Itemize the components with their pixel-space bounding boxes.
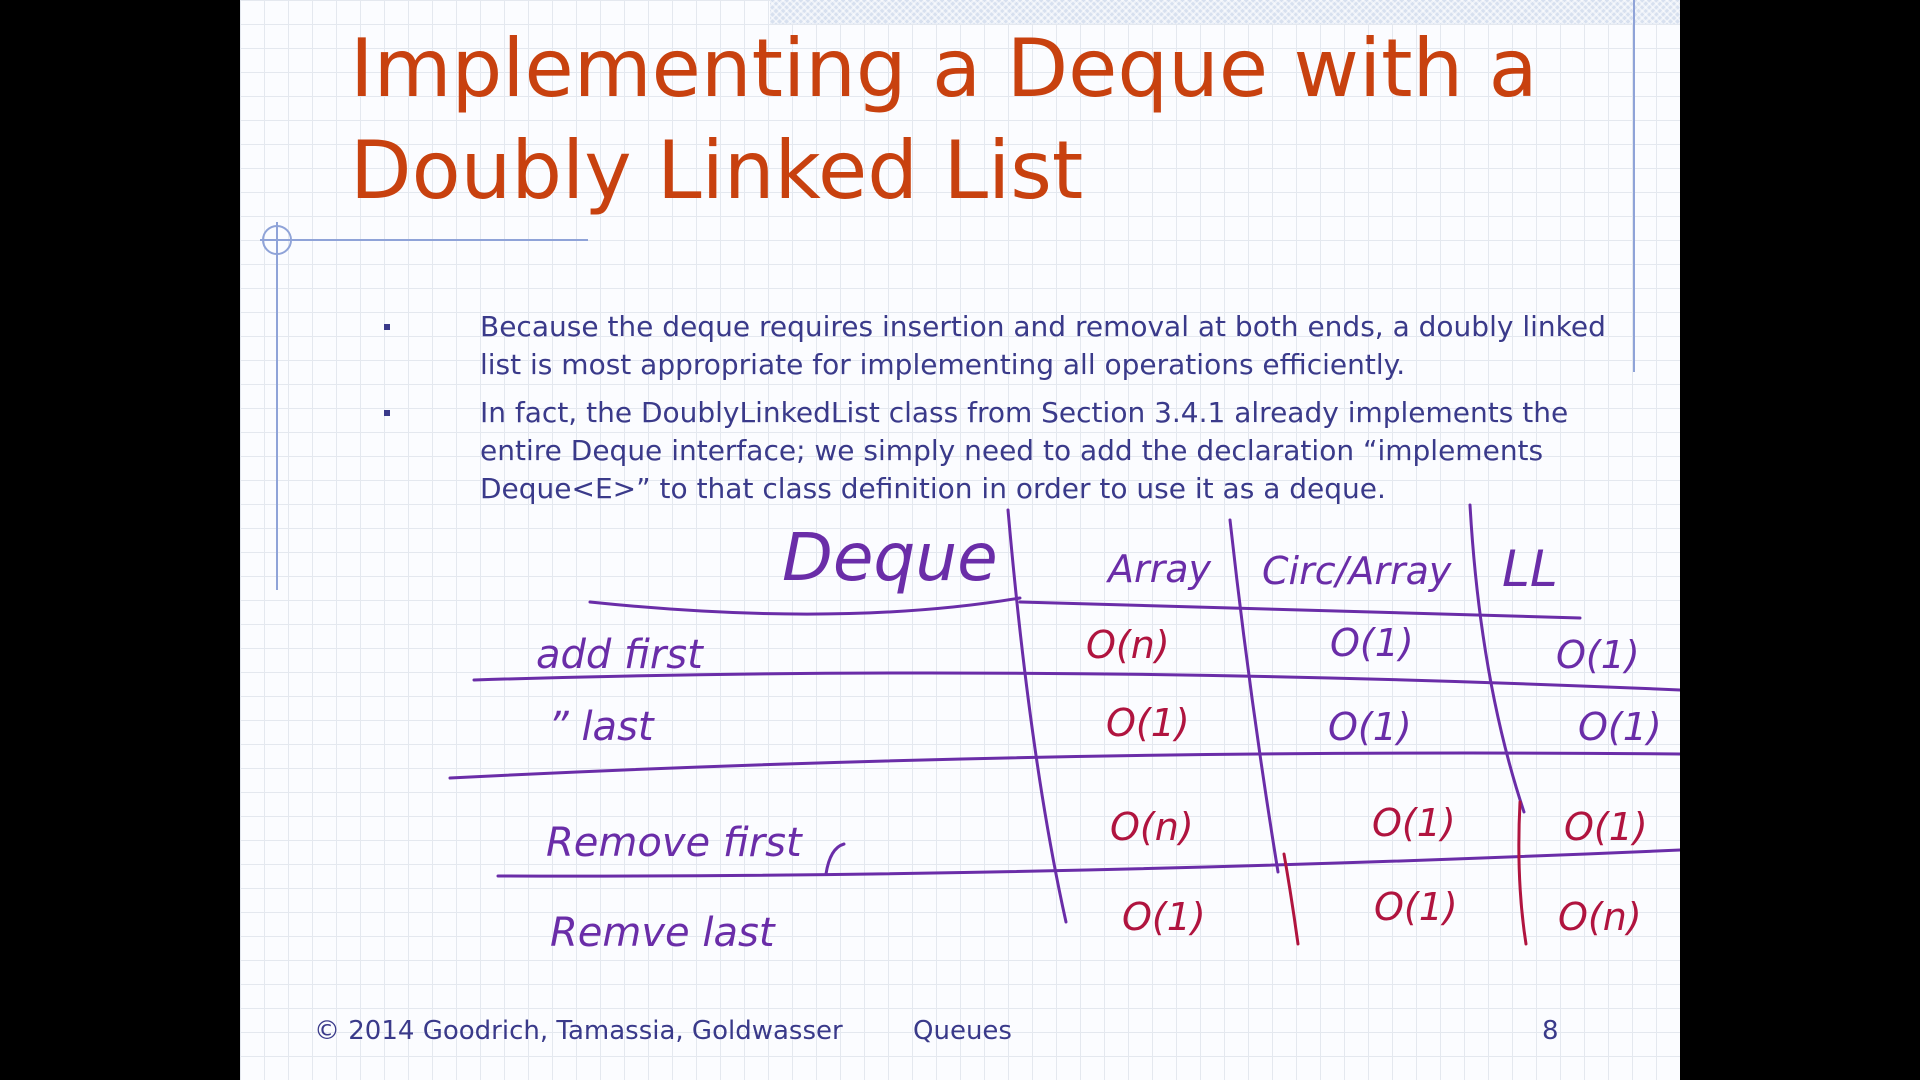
video-frame: Implementing a Deque with a Doubly Linke… (0, 0, 1920, 1080)
ink-column-divider-1 (1006, 508, 1068, 924)
ink-stray-mark (824, 842, 846, 876)
ink-row-label-remove-first: Remove first (546, 820, 803, 866)
ink-cell-ll-remove-first: O(1) (1564, 805, 1648, 849)
ink-column-header-ll: LL (1502, 540, 1558, 598)
ink-cell-ll-add-first: O(1) (1556, 633, 1640, 677)
handwritten-annotations: Deque Array Circ/Array LL add first ” la… (448, 503, 1680, 956)
ink-row-label-add-last: ” last (548, 704, 655, 750)
ink-cell-ll-remove-last: O(n) (1558, 895, 1642, 939)
ink-column-header-array: Array (1105, 547, 1212, 591)
slide-footer: © 2014 Goodrich, Tamassia, Goldwasser Qu… (240, 1012, 1680, 1052)
ink-row-label-remove-last: Remve last (550, 910, 776, 956)
ink-cell-circ-remove-last: O(1) (1374, 885, 1458, 929)
ink-cell-circ-add-first: O(1) (1330, 621, 1414, 665)
presentation-slide: Implementing a Deque with a Doubly Linke… (240, 0, 1680, 1080)
ink-column-header-circ-array: Circ/Array (1262, 549, 1452, 593)
ink-red-divider-1 (1282, 852, 1300, 946)
ink-row-line-2 (448, 751, 1680, 780)
ink-row-label-add-first: add first (536, 632, 704, 678)
footer-page-number: 8 (1542, 1016, 1559, 1046)
ink-cell-array-remove-last: O(1) (1122, 895, 1206, 939)
ink-cell-circ-remove-first: O(1) (1372, 801, 1456, 845)
ink-header-deque: Deque (782, 519, 998, 596)
ink-column-header-rule (1018, 600, 1582, 620)
ink-cell-ll-add-last: O(1) (1578, 705, 1662, 749)
footer-section-title: Queues (913, 1016, 1012, 1046)
ink-cell-array-add-first: O(n) (1086, 623, 1170, 667)
footer-copyright: © 2014 Goodrich, Tamassia, Goldwasser (314, 1016, 843, 1046)
ink-cell-array-remove-first: O(n) (1110, 805, 1194, 849)
ink-header-underline (588, 596, 1022, 616)
ink-cell-circ-add-last: O(1) (1328, 705, 1412, 749)
ink-cell-array-add-last: O(1) (1106, 701, 1190, 745)
ink-red-divider-2 (1517, 800, 1528, 946)
